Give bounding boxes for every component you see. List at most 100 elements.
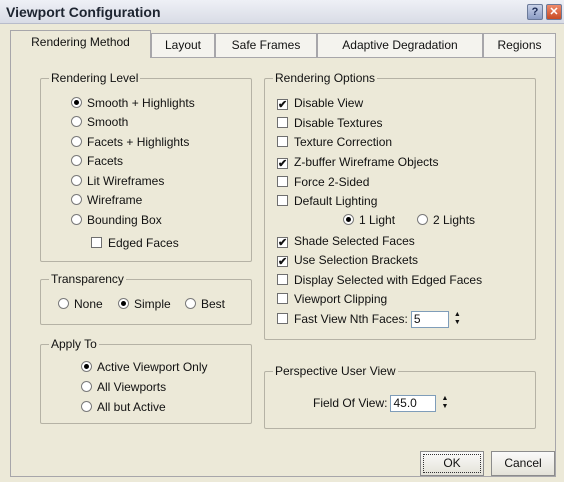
- radio-transparency-none[interactable]: None: [58, 296, 103, 312]
- field-of-view-spinner[interactable]: ▲ ▼: [439, 395, 450, 412]
- spin-up-icon[interactable]: ▲: [439, 395, 450, 403]
- perspective-group: Perspective User View Field Of View: 45.0…: [264, 364, 536, 429]
- option-label: 2 Lights: [433, 213, 476, 227]
- radio-active-viewport-only[interactable]: Active Viewport Only: [81, 359, 208, 375]
- title-bar[interactable]: Viewport Configuration ? ✕: [0, 0, 564, 24]
- radio-facets-highlights[interactable]: Facets + Highlights: [71, 134, 189, 150]
- radio-button-icon[interactable]: [417, 214, 428, 225]
- radio-all-but-active[interactable]: All but Active: [81, 399, 166, 415]
- radio-2-lights[interactable]: 2 Lights: [417, 212, 475, 228]
- tab-panel: Rendering Level Smooth + Highlights Smoo…: [10, 57, 556, 477]
- radio-1-light[interactable]: 1 Light: [343, 212, 395, 228]
- spin-up-icon[interactable]: ▲: [452, 311, 463, 319]
- checkbox-icon[interactable]: [277, 117, 288, 128]
- checkbox-texture-correction[interactable]: Texture Correction: [277, 134, 392, 150]
- rendering-options-title: Rendering Options: [273, 71, 378, 85]
- checkbox-icon[interactable]: [277, 136, 288, 147]
- close-icon[interactable]: ✕: [546, 4, 562, 20]
- radio-all-viewports[interactable]: All Viewports: [81, 379, 166, 395]
- radio-button-icon[interactable]: [185, 298, 196, 309]
- transparency-group: Transparency None Simple Best: [40, 272, 252, 325]
- option-label: Disable Textures: [294, 116, 383, 130]
- radio-button-icon[interactable]: [71, 136, 82, 147]
- radio-button-icon[interactable]: [58, 298, 69, 309]
- option-label: Edged Faces: [108, 236, 179, 250]
- option-label: Use Selection Brackets: [294, 253, 419, 267]
- option-label: Facets: [87, 154, 124, 168]
- tab-regions[interactable]: Regions: [483, 33, 556, 57]
- option-label: Disable View: [294, 96, 364, 110]
- radio-wireframe[interactable]: Wireframe: [71, 192, 142, 208]
- radio-button-icon[interactable]: [81, 381, 92, 392]
- nth-faces-spinner[interactable]: ▲ ▼: [452, 311, 463, 328]
- window-title: Viewport Configuration: [6, 4, 161, 20]
- option-label: Smooth: [87, 115, 129, 129]
- option-label: Simple: [134, 297, 171, 311]
- checkbox-display-selected-edged[interactable]: Display Selected with Edged Faces: [277, 272, 482, 288]
- checkbox-icon[interactable]: [277, 195, 288, 206]
- tab-layout[interactable]: Layout: [151, 33, 215, 57]
- transparency-title: Transparency: [49, 272, 126, 286]
- tab-adaptive-degradation[interactable]: Adaptive Degradation: [317, 33, 483, 57]
- ok-button[interactable]: OK: [420, 451, 484, 476]
- radio-button-icon[interactable]: [118, 298, 129, 309]
- checkbox-selection-brackets[interactable]: ✔ Use Selection Brackets: [277, 252, 418, 268]
- spin-down-icon[interactable]: ▼: [452, 319, 463, 327]
- radio-smooth-highlights[interactable]: Smooth + Highlights: [71, 95, 195, 111]
- checkbox-icon[interactable]: ✔: [277, 99, 288, 111]
- spin-down-icon[interactable]: ▼: [439, 403, 450, 411]
- radio-transparency-simple[interactable]: Simple: [118, 296, 171, 312]
- checkbox-viewport-clipping[interactable]: Viewport Clipping: [277, 291, 387, 307]
- radio-button-icon[interactable]: [71, 175, 82, 186]
- radio-button-icon[interactable]: [71, 194, 82, 205]
- option-label: Viewport Clipping: [294, 292, 388, 306]
- radio-button-icon[interactable]: [71, 97, 82, 108]
- apply-to-group: Apply To Active Viewport Only All Viewpo…: [40, 337, 252, 424]
- help-icon[interactable]: ?: [527, 4, 543, 20]
- option-label: Lit Wireframes: [87, 174, 165, 188]
- tab-safe-frames[interactable]: Safe Frames: [215, 33, 317, 57]
- checkbox-icon[interactable]: ✔: [277, 237, 288, 249]
- checkbox-icon[interactable]: [277, 313, 288, 324]
- option-label: All but Active: [97, 400, 166, 414]
- checkbox-icon[interactable]: [91, 237, 102, 248]
- rendering-options-group: Rendering Options ✔ Disable View Disable …: [264, 71, 536, 340]
- radio-button-icon[interactable]: [81, 401, 92, 412]
- checkbox-disable-textures[interactable]: Disable Textures: [277, 115, 383, 131]
- option-label: Fast View Nth Faces:: [294, 312, 408, 326]
- checkbox-icon[interactable]: [277, 293, 288, 304]
- cancel-button[interactable]: Cancel: [491, 451, 555, 476]
- tab-rendering-method[interactable]: Rendering Method: [10, 30, 151, 58]
- checkbox-edged-faces[interactable]: Edged Faces: [91, 235, 179, 251]
- radio-bounding-box[interactable]: Bounding Box: [71, 212, 162, 228]
- radio-button-icon[interactable]: [81, 361, 92, 372]
- option-label: None: [74, 297, 103, 311]
- option-label: Display Selected with Edged Faces: [294, 273, 483, 287]
- rendering-level-group: Rendering Level Smooth + Highlights Smoo…: [40, 71, 252, 262]
- radio-button-icon[interactable]: [343, 214, 354, 225]
- checkbox-icon[interactable]: ✔: [277, 256, 288, 268]
- radio-facets[interactable]: Facets: [71, 153, 123, 169]
- radio-smooth[interactable]: Smooth: [71, 114, 128, 130]
- option-label: Wireframe: [87, 193, 143, 207]
- checkbox-zbuffer-wireframe[interactable]: ✔ Z-buffer Wireframe Objects: [277, 154, 438, 170]
- option-label: Facets + Highlights: [87, 135, 190, 149]
- radio-button-icon[interactable]: [71, 214, 82, 225]
- checkbox-default-lighting[interactable]: Default Lighting: [277, 193, 377, 209]
- option-label: Texture Correction: [294, 135, 393, 149]
- option-label: Smooth + Highlights: [87, 96, 195, 110]
- checkbox-shade-selected-faces[interactable]: ✔ Shade Selected Faces: [277, 233, 415, 249]
- checkbox-disable-view[interactable]: ✔ Disable View: [277, 95, 363, 111]
- checkbox-icon[interactable]: [277, 274, 288, 285]
- radio-transparency-best[interactable]: Best: [185, 296, 225, 312]
- checkbox-icon[interactable]: [277, 176, 288, 187]
- radio-button-icon[interactable]: [71, 116, 82, 127]
- option-label: Bounding Box: [87, 213, 162, 227]
- radio-lit-wireframes[interactable]: Lit Wireframes: [71, 173, 164, 189]
- checkbox-force-2-sided[interactable]: Force 2-Sided: [277, 174, 369, 190]
- nth-faces-input[interactable]: 5: [410, 311, 449, 329]
- radio-button-icon[interactable]: [71, 155, 82, 166]
- checkbox-fast-view-nth-faces[interactable]: Fast View Nth Faces: 5 ▲ ▼: [277, 310, 463, 330]
- checkbox-icon[interactable]: ✔: [277, 158, 288, 170]
- field-of-view-input[interactable]: 45.0: [390, 395, 437, 413]
